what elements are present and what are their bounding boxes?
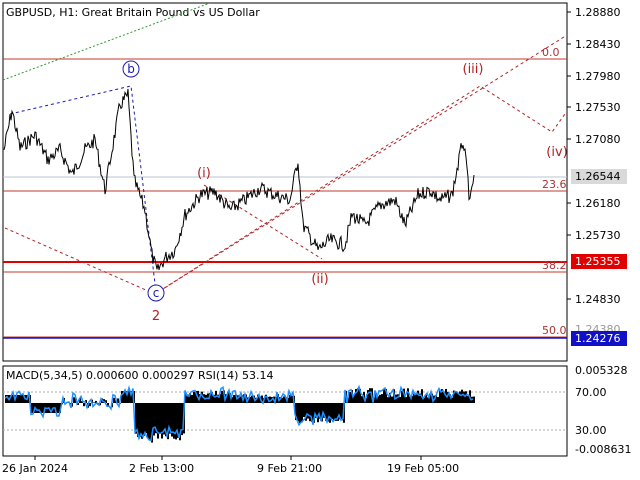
macd-bar	[73, 397, 75, 403]
macd-bar	[333, 403, 335, 421]
time-axis-label: 26 Jan 2024	[2, 462, 68, 475]
macd-bar	[369, 388, 371, 403]
macd-bar	[463, 391, 465, 403]
macd-bar	[383, 388, 385, 403]
macd-bar	[299, 403, 301, 423]
wave-iii-label: (iii)	[463, 62, 484, 77]
macd-bar	[387, 397, 389, 403]
price-axis-label: 1.27530	[575, 101, 621, 114]
macd-bar	[143, 403, 145, 436]
time-axis-label: 2 Feb 13:00	[129, 462, 194, 475]
macd-bar	[329, 403, 331, 423]
price-axis-label: 1.27080	[575, 133, 621, 146]
wave-ii-label: (ii)	[311, 272, 328, 287]
macd-bar	[473, 396, 475, 403]
price-axis-label: 1.26180	[575, 197, 621, 210]
fib-label-23: 23.6	[542, 178, 567, 191]
macd-bar	[139, 403, 141, 437]
macd-bar	[221, 390, 223, 403]
price-axis-label: 1.24830	[575, 293, 621, 306]
price-axis-label: 1.25730	[575, 229, 621, 242]
wave-iv-label: (iv)	[546, 145, 567, 160]
wave-i-label: (i)	[197, 166, 211, 181]
main-chart-frame	[2, 2, 568, 362]
indicator-axis-label: 0.005328	[575, 364, 628, 377]
macd-bar	[331, 403, 333, 419]
price-axis-label: 1.27980	[575, 70, 621, 83]
time-axis: 26 Jan 2024 2 Feb 13:00 9 Feb 21:00 19 F…	[2, 456, 459, 475]
macd-bar	[191, 394, 193, 403]
macd-bar	[113, 397, 115, 403]
chart-canvas[interactable]: GBPUSD, H1: Great Britain Pound vs US Do…	[0, 0, 640, 480]
indicator-axis-label: 70.00	[575, 386, 607, 399]
macd-bar	[467, 395, 469, 403]
indicator-header: MACD(5,34,5) 0.000600 0.000297 RSI(14) 5…	[6, 369, 273, 382]
price-axis-label: 1.28880	[575, 6, 621, 19]
macd-bar	[309, 403, 311, 422]
macd-bar	[93, 402, 95, 403]
wave-c-label: c	[153, 286, 160, 300]
macd-bar	[455, 391, 457, 403]
macd-bar	[307, 403, 309, 419]
macd-bar	[17, 395, 19, 403]
macd-bar	[361, 396, 363, 403]
indicator-axis-label: -0.008631	[575, 443, 631, 456]
macd-bar	[317, 403, 319, 423]
macd-bar	[301, 403, 303, 423]
macd-bar	[437, 397, 439, 403]
macd-bar	[147, 403, 149, 439]
macd-bar	[37, 403, 39, 413]
price-axis-label: 1.28430	[575, 38, 621, 51]
macd-bar	[21, 395, 23, 403]
chart-header: GBPUSD, H1: Great Britain Pound vs US Do…	[6, 6, 260, 19]
fib-label-38: 38.2	[542, 259, 567, 272]
macd-bar	[349, 392, 351, 403]
macd-bar	[41, 403, 43, 413]
wave-b-label: b	[127, 62, 135, 76]
macd-bar	[89, 403, 91, 407]
macd-bar	[407, 388, 409, 403]
macd-bar	[465, 391, 467, 403]
macd-bar	[405, 396, 407, 403]
current-price-label: 1.26544	[575, 170, 621, 183]
macd-bar	[381, 394, 383, 403]
macd-bar	[83, 403, 85, 407]
macd-bar	[391, 396, 393, 403]
price-axis: 1.28880 1.28430 1.27980 1.27530 1.27080 …	[567, 6, 627, 346]
fib-label-0: 0.0	[542, 46, 560, 59]
macd-bar	[19, 395, 21, 403]
macd-bar	[415, 394, 417, 403]
time-axis-label: 19 Feb 05:00	[387, 462, 459, 475]
macd-bar	[303, 403, 305, 418]
indicator-axis: 0.005328 70.00 30.00 -0.008631	[575, 364, 631, 456]
macd-bar	[149, 403, 151, 441]
macd-bar	[399, 396, 401, 403]
level-red-label: 1.25355	[575, 255, 621, 268]
macd-bar	[159, 403, 161, 434]
macd-bar	[459, 391, 461, 403]
wave-2-label: 2	[152, 309, 160, 324]
macd-bar	[379, 394, 381, 403]
macd-bar	[233, 394, 235, 403]
macd-bar	[57, 403, 59, 413]
level-blue-label: 1.24276	[575, 332, 621, 345]
macd-bar	[145, 403, 147, 434]
time-axis-label: 9 Feb 21:00	[257, 462, 322, 475]
macd-bar	[461, 389, 463, 403]
indicator-axis-label: 30.00	[575, 424, 607, 437]
macd-bar	[193, 391, 195, 403]
macd-bar	[283, 396, 285, 403]
fib-label-50: 50.0	[542, 324, 567, 337]
